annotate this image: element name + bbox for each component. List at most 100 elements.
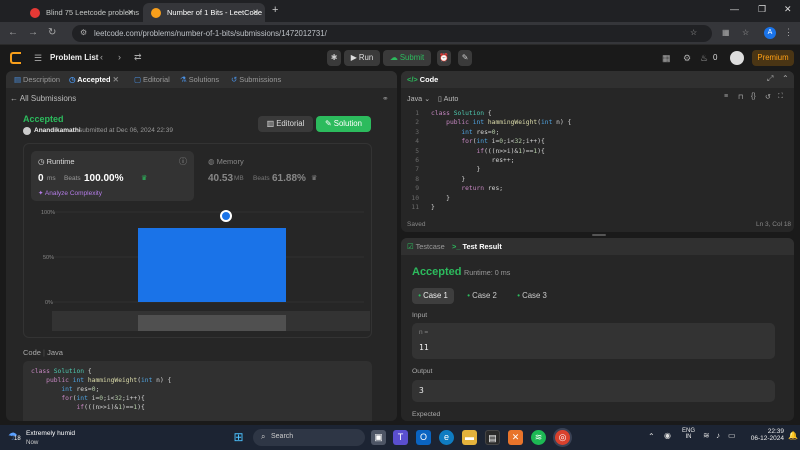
tab-description[interactable]: ▤ Description [14, 75, 60, 84]
runtime-distribution-chart: 100% 50% 0% [41, 210, 370, 331]
all-submissions-link[interactable]: ← All Submissions [10, 94, 76, 103]
braces-icon[interactable]: {} [751, 93, 756, 100]
link-icon[interactable]: ⚭ [382, 94, 389, 103]
testcase-tab[interactable]: ☑ Testcase [407, 242, 445, 251]
browser-tab-leetcode[interactable]: Number of 1 Bits - LeetCode ✕ [143, 3, 265, 22]
taskbar-search[interactable]: ⌕ Search [253, 429, 365, 446]
submitter-name[interactable]: Anandikamathi [34, 127, 81, 134]
close-icon[interactable]: ✕ [252, 3, 259, 22]
auto-mode-toggle[interactable]: ▯ Auto [438, 94, 458, 103]
tab-solutions[interactable]: ⚗ Solutions [180, 75, 219, 84]
submit-button[interactable]: ☁ Submit [383, 50, 431, 66]
info-icon[interactable]: ⓘ [179, 156, 187, 167]
star-icon[interactable]: ☆ [742, 28, 749, 37]
memory-label[interactable]: ◍ Memory [208, 157, 244, 166]
minimize-icon[interactable]: — [730, 4, 739, 14]
tab-accepted[interactable]: ◷ Accepted ✕ [69, 75, 119, 84]
timer-button[interactable]: ⏰ [437, 50, 451, 66]
layout-icon[interactable]: ▦ [662, 53, 671, 64]
test-result-tab[interactable]: >_ Test Result [452, 242, 502, 251]
app-tray-icon[interactable]: ◉ [664, 431, 671, 440]
runtime-box[interactable]: ◷ Runtime ⓘ 0 ms Beats 100.00% ♛ ✦ Analy… [31, 151, 194, 201]
teams-icon[interactable]: T [393, 430, 408, 445]
chrome-icon[interactable]: ◎ [555, 430, 570, 445]
cloud-upload-icon: ☁ [389, 53, 398, 62]
code-preview: class Solution { public int hammingWeigh… [31, 367, 171, 412]
weather-widget[interactable]: ☂ 18 Extremely humid Now [8, 429, 208, 447]
edge-icon[interactable]: e [439, 430, 454, 445]
spotify-icon[interactable]: ≋ [531, 430, 546, 445]
chip-icon: ◍ [208, 157, 215, 166]
browser-tab-blind75[interactable]: Blind 75 Leetcode problems : D ✕ [22, 3, 140, 22]
close-tab-icon[interactable]: ✕ [113, 75, 119, 84]
analyze-complexity-label: Analyze Complexity [44, 190, 102, 197]
back-icon[interactable]: ← [8, 27, 18, 38]
notes-button[interactable]: ✎ [458, 50, 472, 66]
tab-solutions-label: Solutions [188, 75, 220, 84]
close-window-icon[interactable]: ✕ [784, 4, 792, 15]
windows-start-icon[interactable]: ⊞ [231, 430, 246, 445]
battery-icon[interactable]: ▭ [728, 431, 736, 440]
microsoft-store-icon[interactable]: ▤ [485, 430, 500, 445]
case-1-tab[interactable]: • Case 1 [412, 288, 454, 304]
notifications-icon[interactable]: 🔔 [788, 431, 798, 440]
clock[interactable]: 22:39 06-12-2024 [744, 428, 784, 442]
collapse-icon[interactable]: ⌃ [782, 74, 789, 83]
xampp-icon[interactable]: ✕ [508, 430, 523, 445]
run-button[interactable]: ▶ Run [344, 50, 380, 66]
y-tick-50: 50% [43, 255, 54, 261]
solution-button[interactable]: ✎ Solution [316, 116, 371, 132]
wifi-icon[interactable]: ≋ [703, 431, 710, 440]
new-tab-button[interactable]: + [272, 4, 278, 16]
reset-icon[interactable]: ↺ [765, 93, 771, 101]
case-3-tab[interactable]: • Case 3 [511, 288, 553, 304]
case-2-tab[interactable]: • Case 2 [461, 288, 503, 304]
runtime-unit: ms [47, 175, 56, 182]
debug-button[interactable]: ✱ [327, 50, 341, 66]
tray-chevron-icon[interactable]: ⌃ [648, 432, 655, 441]
panel-resize-handle[interactable] [592, 234, 606, 236]
task-view-icon[interactable]: ▣ [371, 430, 386, 445]
code-tab[interactable]: </> Code [407, 75, 438, 84]
tab-editorial[interactable]: ▢ Editorial [134, 75, 170, 84]
tab-submissions[interactable]: ↺ Submissions [231, 75, 281, 84]
runtime-label-text: Runtime [46, 157, 75, 166]
url-input[interactable]: ⚙ leetcode.com/problems/number-of-1-bits… [72, 25, 712, 42]
leetcode-logo-icon[interactable] [10, 52, 21, 64]
forward-icon[interactable]: → [28, 27, 38, 38]
restore-icon[interactable]: ❐ [758, 4, 766, 15]
language-indicator[interactable]: ENG IN [682, 428, 695, 440]
runtime-bar[interactable] [138, 228, 286, 302]
code-section-label: Code | Java [23, 348, 63, 357]
maximize-icon[interactable]: ⤢ [767, 74, 773, 84]
file-explorer-icon[interactable]: ▬ [462, 430, 477, 445]
bookmark-icon[interactable]: ⊓ [738, 93, 743, 101]
extensions-icon[interactable]: ▦ [722, 28, 730, 37]
your-submission-marker[interactable] [220, 210, 232, 222]
analyze-complexity-link[interactable]: ✦ Analyze Complexity [38, 189, 102, 197]
range-slider-handle[interactable] [138, 315, 286, 331]
reload-icon[interactable]: ↻ [48, 27, 56, 38]
fullscreen-icon[interactable]: ⛶ [778, 93, 783, 101]
volume-icon[interactable]: ♪ [716, 431, 720, 440]
bookmark-star-icon[interactable]: ☆ [690, 28, 697, 37]
problem-list-link[interactable]: Problem List [50, 53, 98, 62]
outlook-icon[interactable]: O [416, 430, 431, 445]
premium-button[interactable]: Premium [752, 50, 794, 66]
shuffle-icon[interactable]: ⇄ [134, 52, 142, 63]
editorial-button[interactable]: ▥ Editorial [258, 116, 313, 132]
next-problem-icon[interactable]: › [118, 52, 121, 62]
language-select[interactable]: Java ⌄ [407, 94, 430, 103]
editor-code-area[interactable]: 1 class Solution {2 public int hammingWei… [401, 110, 794, 211]
test-result-tab-label: Test Result [462, 242, 502, 251]
menu-kebab-icon[interactable]: ⋮ [784, 27, 793, 38]
settings-gear-icon[interactable]: ⚙ [683, 53, 691, 64]
profile-avatar[interactable]: A [764, 27, 776, 39]
site-info-icon[interactable]: ⚙ [80, 28, 87, 37]
test-result-header: ☑ Testcase >_ Test Result [401, 238, 794, 255]
code-editor-header: </> Code ⤢ ⌃ [401, 71, 794, 88]
user-avatar[interactable] [730, 51, 744, 65]
format-icon[interactable]: ≡ [724, 93, 728, 100]
prev-problem-icon[interactable]: ‹ [100, 52, 103, 62]
close-icon[interactable]: ✕ [127, 3, 134, 22]
